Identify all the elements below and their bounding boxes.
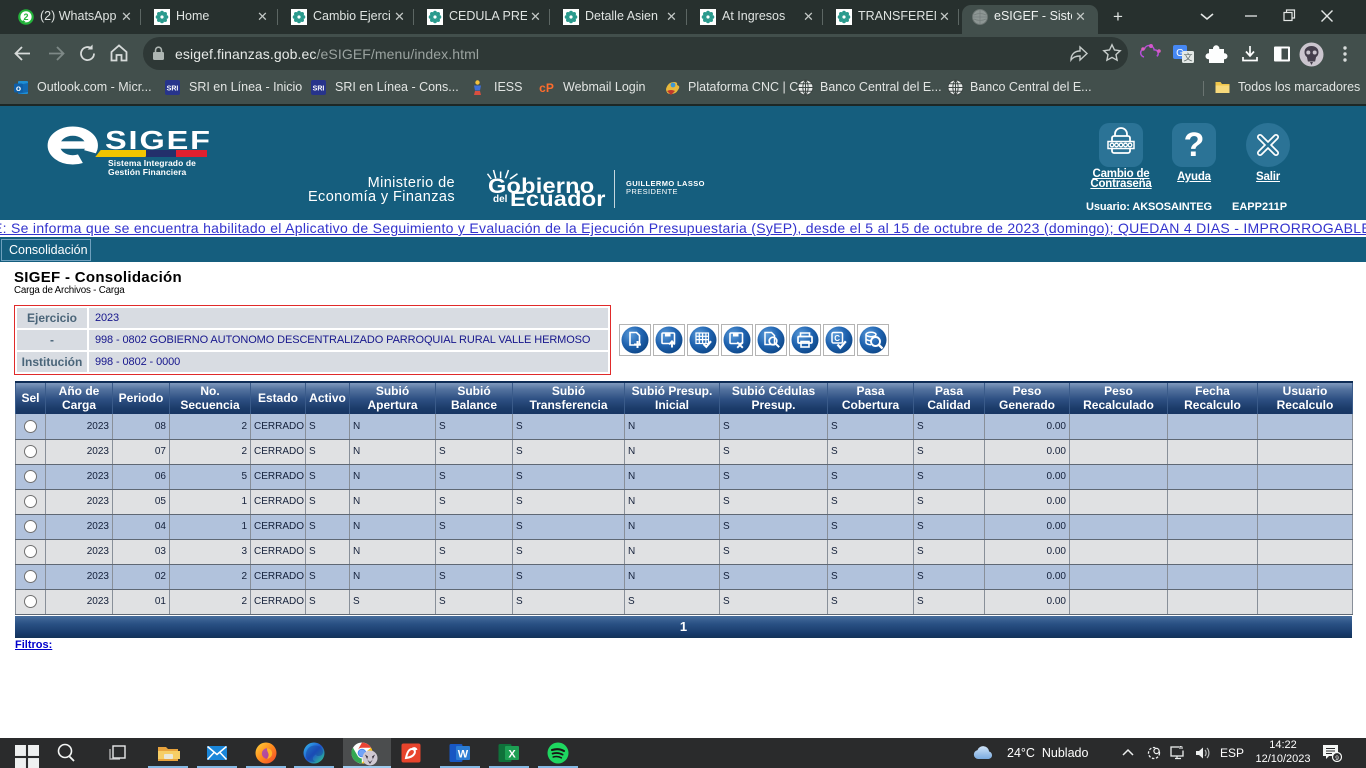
svg-text:o: o bbox=[16, 83, 21, 93]
svg-text:文: 文 bbox=[1183, 52, 1192, 63]
svg-text:SRI: SRI bbox=[167, 86, 179, 93]
svg-text:SRI: SRI bbox=[313, 86, 325, 93]
svg-text:2: 2 bbox=[23, 12, 28, 22]
svg-text:C: C bbox=[834, 334, 840, 343]
svg-text:cP: cP bbox=[539, 81, 554, 95]
svg-text:X: X bbox=[508, 749, 516, 761]
svg-text:W: W bbox=[458, 749, 469, 761]
svg-text:9: 9 bbox=[1335, 755, 1339, 762]
